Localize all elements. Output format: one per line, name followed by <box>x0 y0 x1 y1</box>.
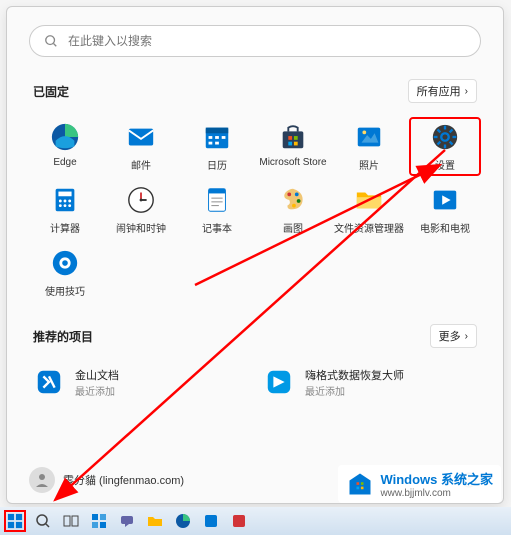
store-icon <box>277 121 309 153</box>
rec-title: 金山文档 <box>75 367 119 383</box>
folder-icon <box>147 513 163 529</box>
rec-subtitle: 最近添加 <box>305 383 404 398</box>
taskbar-chat[interactable] <box>116 510 138 532</box>
app-label: Microsoft Store <box>259 157 326 168</box>
app-icon <box>231 513 247 529</box>
app-label: 记事本 <box>202 220 232 235</box>
edge-icon <box>175 513 191 529</box>
recommended-item[interactable]: 嗨格式数据恢复大师 最近添加 <box>259 362 481 402</box>
recommended-item[interactable]: 金山文档 最近添加 <box>29 362 251 402</box>
chevron-right-icon: › <box>465 86 468 97</box>
mail-icon <box>125 121 157 153</box>
search-input[interactable] <box>68 34 466 48</box>
movies-icon <box>429 184 461 216</box>
taskbar-taskview[interactable] <box>60 510 82 532</box>
chevron-right-icon: › <box>465 331 468 342</box>
taskbar-app[interactable] <box>200 510 222 532</box>
app-store[interactable]: Microsoft Store <box>257 117 329 176</box>
app-icon <box>203 513 219 529</box>
tips-icon <box>49 247 81 279</box>
recommended-list: 金山文档 最近添加 嗨格式数据恢复大师 最近添加 <box>29 362 481 402</box>
rec-title: 嗨格式数据恢复大师 <box>305 367 404 383</box>
app-tips[interactable]: 使用技巧 <box>29 243 101 302</box>
pinned-title: 已固定 <box>33 83 69 100</box>
taskview-icon <box>63 513 79 529</box>
taskbar <box>0 507 511 535</box>
taskbar-edge[interactable] <box>172 510 194 532</box>
taskbar-search[interactable] <box>32 510 54 532</box>
app-explorer[interactable]: 文件资源管理器 <box>333 180 405 239</box>
pinned-apps-grid: Edge 邮件 日历 Microsoft Store 照片 <box>29 117 481 302</box>
taskbar-widgets[interactable] <box>88 510 110 532</box>
app-label: 日历 <box>207 157 227 172</box>
recommended-header: 推荐的项目 更多 › <box>33 324 477 348</box>
app-edge[interactable]: Edge <box>29 117 101 176</box>
user-name: 零分貓 (lingfenmao.com) <box>63 472 184 488</box>
clock-icon <box>125 184 157 216</box>
taskbar-app[interactable] <box>228 510 250 532</box>
gear-icon <box>429 121 461 153</box>
search-icon <box>35 513 51 529</box>
app-photos[interactable]: 照片 <box>333 117 405 176</box>
notepad-icon <box>201 184 233 216</box>
recovery-icon <box>263 366 295 398</box>
watermark-icon <box>346 470 374 498</box>
app-notepad[interactable]: 记事本 <box>181 180 253 239</box>
more-label: 更多 <box>439 328 461 344</box>
folder-icon <box>353 184 385 216</box>
app-label: Edge <box>53 157 76 168</box>
app-label: 使用技巧 <box>45 283 85 298</box>
calculator-icon <box>49 184 81 216</box>
kingsoft-icon <box>33 366 65 398</box>
paint-icon <box>277 184 309 216</box>
app-label: 画图 <box>283 220 303 235</box>
app-mail[interactable]: 邮件 <box>105 117 177 176</box>
app-label: 照片 <box>359 157 379 172</box>
rec-subtitle: 最近添加 <box>75 383 119 398</box>
recommended-text: 嗨格式数据恢复大师 最近添加 <box>305 367 404 398</box>
all-apps-button[interactable]: 所有应用 › <box>408 79 477 103</box>
pinned-header: 已固定 所有应用 › <box>33 79 477 103</box>
chat-icon <box>119 513 135 529</box>
app-movies[interactable]: 电影和电视 <box>409 180 481 239</box>
app-label: 文件资源管理器 <box>334 220 404 235</box>
app-calendar[interactable]: 日历 <box>181 117 253 176</box>
app-settings[interactable]: 设置 <box>409 117 481 176</box>
app-label: 计算器 <box>50 220 80 235</box>
watermark-title: Windows 系统之家 <box>380 469 493 488</box>
taskbar-explorer[interactable] <box>144 510 166 532</box>
watermark: Windows 系统之家 www.bjjmlv.com <box>338 465 501 503</box>
app-label: 设置 <box>435 157 455 172</box>
windows-icon <box>7 512 23 530</box>
search-icon <box>44 34 58 48</box>
user-account[interactable]: 零分貓 (lingfenmao.com) <box>29 467 184 493</box>
recommended-text: 金山文档 最近添加 <box>75 367 119 398</box>
all-apps-label: 所有应用 <box>417 83 461 99</box>
watermark-url: www.bjjmlv.com <box>380 488 493 499</box>
app-label: 邮件 <box>131 157 151 172</box>
photos-icon <box>353 121 385 153</box>
app-clock[interactable]: 闹钟和时钟 <box>105 180 177 239</box>
app-label: 电影和电视 <box>420 220 470 235</box>
widgets-icon <box>91 513 107 529</box>
avatar-icon <box>29 467 55 493</box>
recommended-title: 推荐的项目 <box>33 328 93 345</box>
more-button[interactable]: 更多 › <box>430 324 477 348</box>
app-calculator[interactable]: 计算器 <box>29 180 101 239</box>
start-menu: 已固定 所有应用 › Edge 邮件 日历 <box>6 6 504 504</box>
app-label: 闹钟和时钟 <box>116 220 166 235</box>
app-paint[interactable]: 画图 <box>257 180 329 239</box>
start-button[interactable] <box>4 510 26 532</box>
search-box[interactable] <box>29 25 481 57</box>
calendar-icon <box>201 121 233 153</box>
edge-icon <box>49 121 81 153</box>
